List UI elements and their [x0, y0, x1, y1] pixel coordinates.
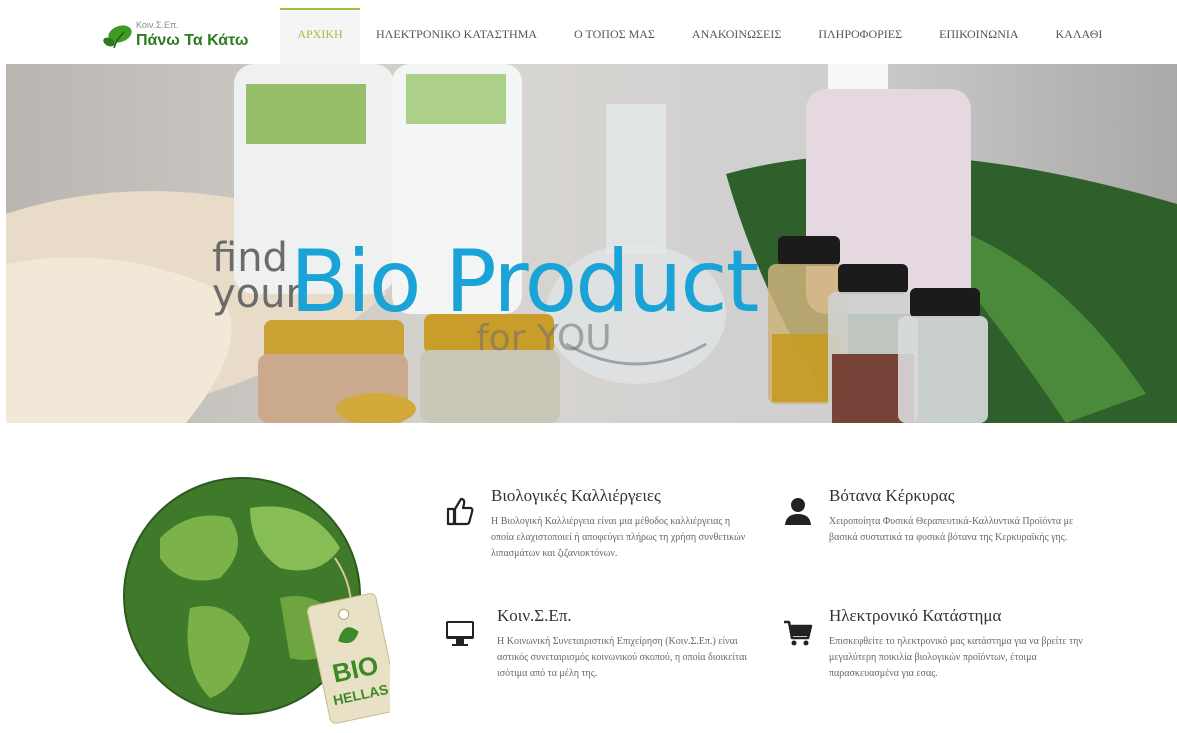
feature-text: Χειροποίητα Φυσικά Θεραπευτικά-Καλλυντικ…: [829, 516, 1074, 543]
hero-text-your: your: [212, 271, 302, 317]
logo-subtitle: Κοιν.Σ.Επ.: [136, 20, 179, 30]
nav-item-announcements[interactable]: ΑΝΑΚΟΙΝΩΣΕΙΣ: [692, 8, 781, 64]
thumbs-up-icon: [446, 497, 474, 526]
globe-image: BIO HELLAS: [120, 468, 400, 728]
nav-item-home[interactable]: ΑΡΧΙΚΗ: [280, 8, 360, 66]
nav-item-cart[interactable]: ΚΑΛΑΘΙ: [1056, 8, 1103, 64]
main-navigation: Κοιν.Σ.Επ. Πάνω Τα Κάτω ΑΡΧΙΚΗ ΗΛΕΚΤΡΟΝΙ…: [0, 8, 1177, 66]
cart-icon: [784, 620, 813, 646]
desktop-icon: [446, 621, 474, 646]
nav-item-our-place[interactable]: Ο ΤΟΠΟΣ ΜΑΣ: [574, 8, 655, 64]
nav-item-information[interactable]: ΠΛΗΡΟΦΟΡΙΕΣ: [818, 8, 902, 64]
user-icon: [785, 498, 811, 525]
hero-subline: for YOU: [476, 318, 612, 359]
leaf-logo-icon: [103, 25, 132, 49]
feature-text: Επισκεφθείτε το ηλεκτρονικό μας κατάστημ…: [829, 636, 1083, 679]
site-logo[interactable]: Κοιν.Σ.Επ. Πάνω Τα Κάτω: [102, 20, 252, 56]
nav-item-contact[interactable]: ΕΠΙΚΟΙΝΩΝΙΑ: [939, 8, 1018, 64]
nav-item-eshop[interactable]: ΗΛΕΚΤΡΟΝΙΚΟ ΚΑΤΑΣΤΗΜΑ: [376, 8, 537, 64]
feature-title: Βιολογικές Καλλιέργειες: [491, 486, 661, 505]
hero-headline: Bio Product: [290, 232, 759, 332]
feature-title: Ηλεκτρονικό Κατάστημα: [829, 606, 1002, 625]
feature-title: Κοιν.Σ.Επ.: [497, 606, 572, 625]
bio-hellas-tag: BIO HELLAS: [306, 593, 400, 724]
logo-title: Πάνω Τα Κάτω: [136, 32, 249, 49]
feature-text: Η Κοινωνική Συνεταιριστική Επιχείρηση (Κ…: [497, 636, 748, 679]
green-globe-illustration: BIO HELLAS: [123, 477, 400, 724]
hero-banner: find your Bio Product for YOU: [6, 64, 1177, 423]
feature-text: Η Βιολογική Καλλιέργεια είναι μια μέθοδο…: [491, 516, 746, 559]
nav-menu: ΑΡΧΙΚΗ ΗΛΕΚΤΡΟΝΙΚΟ ΚΑΤΑΣΤΗΜΑ Ο ΤΟΠΟΣ ΜΑΣ…: [280, 8, 1103, 66]
feature-title: Βότανα Κέρκυρας: [829, 486, 955, 505]
